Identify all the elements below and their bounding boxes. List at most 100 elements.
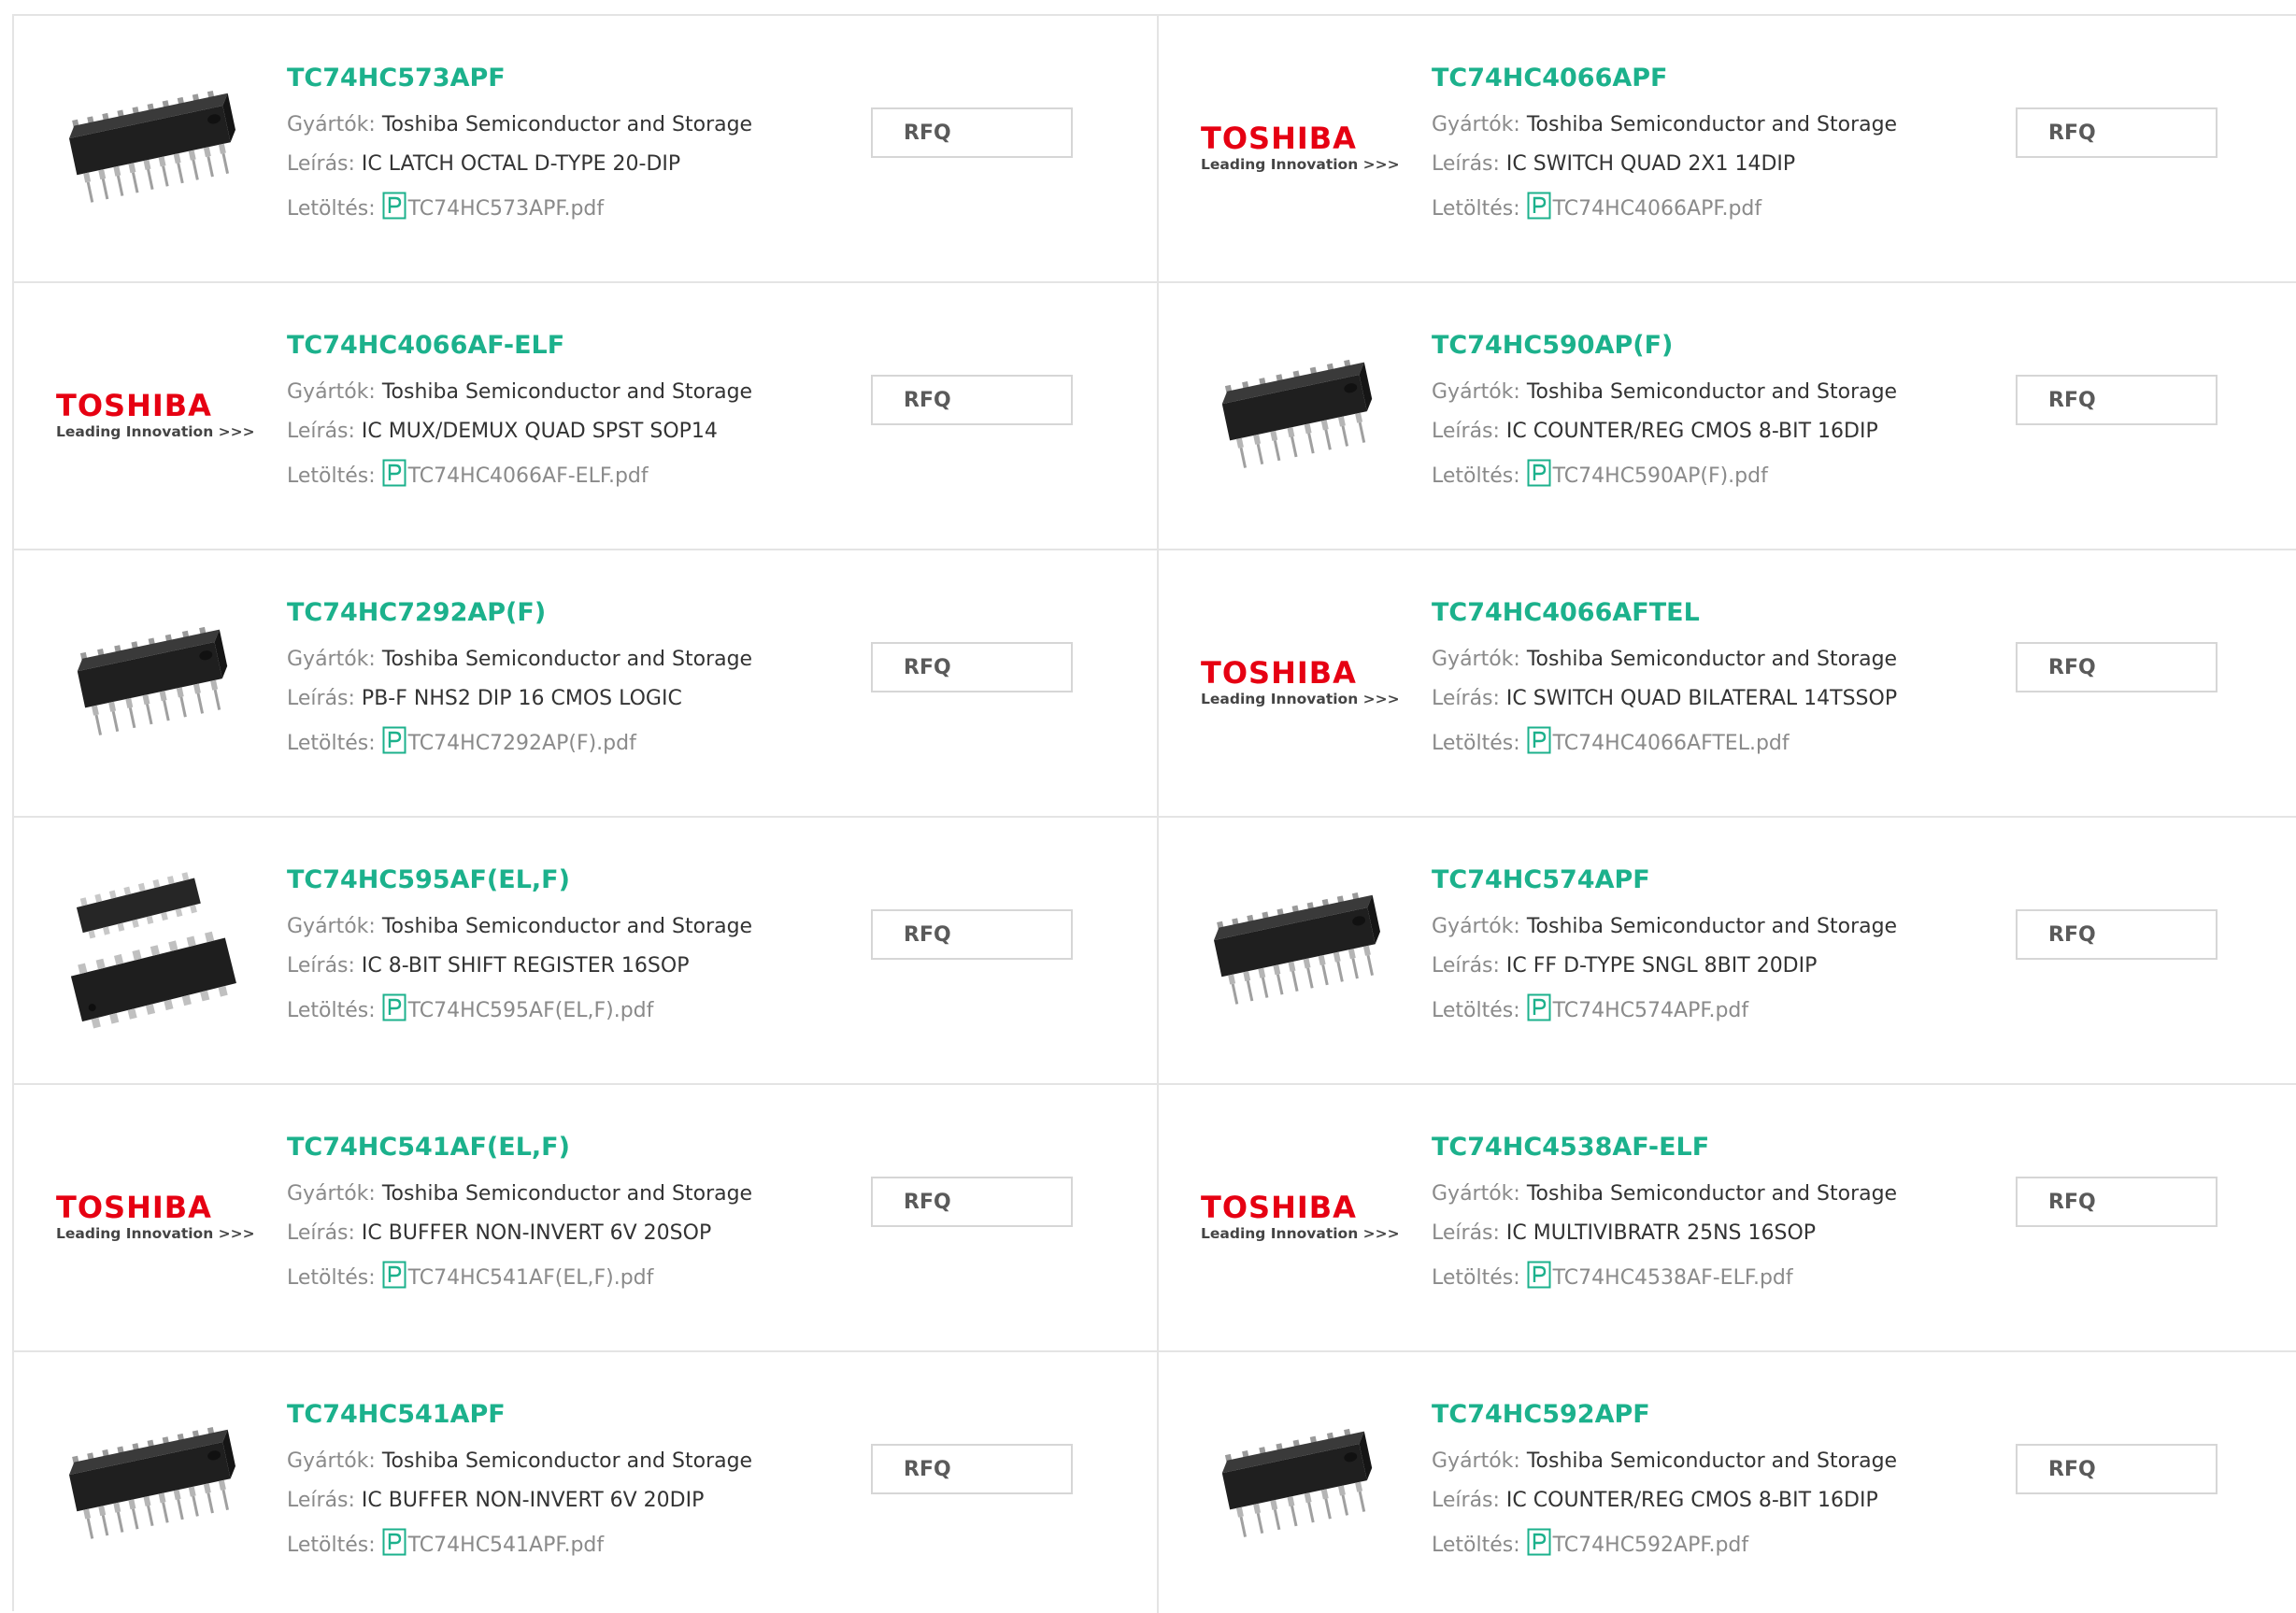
datasheet-link[interactable]: TC74HC541APF.pdf bbox=[408, 1534, 605, 1557]
product-image[interactable]: TOSHIBA Leading Innovation >>> bbox=[56, 1123, 255, 1310]
product-image[interactable] bbox=[58, 589, 245, 776]
description-row: Leírás: IC COUNTER/REG CMOS 8-BIT 16DIP bbox=[1432, 1489, 1955, 1513]
rfq-button[interactable]: RFQ bbox=[2016, 1444, 2218, 1494]
manufacturer-value: Toshiba Semiconductor and Storage bbox=[381, 1182, 753, 1206]
pdf-icon bbox=[1527, 192, 1551, 226]
part-number-link[interactable]: TC74HC573APF bbox=[287, 64, 810, 93]
product-info: TC74HC4066AFTEL Gyártók: Toshiba Semicon… bbox=[1432, 599, 1955, 761]
rfq-button[interactable]: RFQ bbox=[2016, 107, 2218, 158]
datasheet-link[interactable]: TC74HC592APF.pdf bbox=[1553, 1534, 1749, 1557]
part-number-link[interactable]: TC74HC4066AFTEL bbox=[1432, 599, 1955, 627]
product-image[interactable]: TOSHIBA Leading Innovation >>> bbox=[1201, 589, 1400, 776]
datasheet-link[interactable]: TC74HC4538AF-ELF.pdf bbox=[1553, 1266, 1793, 1290]
product-card: TC74HC595AF(EL,F) Gyártók: Toshiba Semic… bbox=[14, 818, 1159, 1085]
manufacturer-row: Gyártók: Toshiba Semiconductor and Stora… bbox=[287, 648, 810, 672]
datasheet-link[interactable]: TC74HC573APF.pdf bbox=[408, 197, 605, 221]
datasheet-link[interactable]: TC74HC4066AF-ELF.pdf bbox=[408, 464, 649, 488]
datasheet-link[interactable]: TC74HC590AP(F).pdf bbox=[1553, 464, 1768, 488]
datasheet-link[interactable]: TC74HC595AF(EL,F).pdf bbox=[408, 999, 654, 1022]
description-label: Leírás: bbox=[287, 687, 355, 710]
rfq-button[interactable]: RFQ bbox=[2016, 375, 2218, 425]
part-number-link[interactable]: TC74HC7292AP(F) bbox=[287, 599, 810, 627]
rfq-button[interactable]: RFQ bbox=[871, 375, 1073, 425]
dip16-chip-icon bbox=[1221, 1428, 1373, 1537]
rfq-button[interactable]: RFQ bbox=[871, 642, 1073, 692]
product-card: TOSHIBA Leading Innovation >>> TC74HC4066… bbox=[1159, 16, 2296, 283]
product-image[interactable]: TOSHIBA Leading Innovation >>> bbox=[1201, 1123, 1400, 1310]
part-number-link[interactable]: TC74HC590AP(F) bbox=[1432, 332, 1955, 360]
description-row: Leírás: IC BUFFER NON-INVERT 6V 20SOP bbox=[287, 1221, 810, 1246]
product-card: TOSHIBA Leading Innovation >>> TC74HC4066… bbox=[14, 283, 1159, 550]
product-image[interactable] bbox=[1203, 1391, 1390, 1577]
manufacturer-row: Gyártók: Toshiba Semiconductor and Stora… bbox=[287, 1449, 810, 1474]
download-row: Letöltés: TC74HC7292AP(F).pdf bbox=[287, 726, 810, 761]
product-card: TC74HC590AP(F) Gyártók: Toshiba Semicond… bbox=[1159, 283, 2296, 550]
part-number-link[interactable]: TC74HC541APF bbox=[287, 1401, 810, 1429]
product-image[interactable]: TOSHIBA Leading Innovation >>> bbox=[1201, 54, 1400, 241]
manufacturer-value: Toshiba Semiconductor and Storage bbox=[1526, 648, 1898, 671]
dip16-chip-icon bbox=[1221, 359, 1373, 468]
datasheet-link[interactable]: TC74HC4066AFTEL.pdf bbox=[1553, 732, 1790, 755]
product-card: TOSHIBA Leading Innovation >>> TC74HC4066… bbox=[1159, 550, 2296, 818]
manufacturer-label: Gyártók: bbox=[1432, 648, 1520, 671]
description-row: Leírás: IC MULTIVIBRATR 25NS 16SOP bbox=[1432, 1221, 1955, 1246]
description-label: Leírás: bbox=[1432, 152, 1500, 176]
product-card: TC74HC574APF Gyártók: Toshiba Semiconduc… bbox=[1159, 818, 2296, 1085]
product-image[interactable] bbox=[58, 54, 245, 241]
product-info: TC74HC4066AF-ELF Gyártók: Toshiba Semico… bbox=[287, 332, 810, 493]
download-label: Letöltés: bbox=[287, 1534, 376, 1557]
description-value: IC COUNTER/REG CMOS 8-BIT 16DIP bbox=[1505, 1489, 1878, 1512]
download-label: Letöltés: bbox=[1432, 197, 1520, 221]
product-image[interactable] bbox=[1203, 321, 1390, 508]
product-info: TC74HC573APF Gyártók: Toshiba Semiconduc… bbox=[287, 64, 810, 226]
rfq-button[interactable]: RFQ bbox=[2016, 909, 2218, 960]
part-number-link[interactable]: TC74HC4066APF bbox=[1432, 64, 1955, 93]
toshiba-logo: TOSHIBA Leading Innovation >>> bbox=[1201, 121, 1400, 174]
description-row: Leírás: PB-F NHS2 DIP 16 CMOS LOGIC bbox=[287, 687, 810, 711]
toshiba-logo: TOSHIBA Leading Innovation >>> bbox=[56, 1191, 255, 1243]
part-number-link[interactable]: TC74HC592APF bbox=[1432, 1401, 1955, 1429]
description-label: Leírás: bbox=[287, 1221, 355, 1245]
rfq-button[interactable]: RFQ bbox=[871, 1177, 1073, 1227]
description-row: Leírás: IC LATCH OCTAL D-TYPE 20-DIP bbox=[287, 152, 810, 177]
rfq-button[interactable]: RFQ bbox=[871, 1444, 1073, 1494]
download-row: Letöltés: TC74HC4538AF-ELF.pdf bbox=[1432, 1261, 1955, 1295]
manufacturer-row: Gyártók: Toshiba Semiconductor and Stora… bbox=[1432, 1182, 1955, 1206]
datasheet-link[interactable]: TC74HC574APF.pdf bbox=[1553, 999, 1749, 1022]
download-row: Letöltés: TC74HC595AF(EL,F).pdf bbox=[287, 993, 810, 1028]
part-number-link[interactable]: TC74HC595AF(EL,F) bbox=[287, 866, 810, 894]
rfq-button[interactable]: RFQ bbox=[2016, 642, 2218, 692]
description-value: IC BUFFER NON-INVERT 6V 20DIP bbox=[361, 1489, 705, 1512]
part-number-link[interactable]: TC74HC574APF bbox=[1432, 866, 1955, 894]
rfq-button[interactable]: RFQ bbox=[2016, 1177, 2218, 1227]
pdf-icon bbox=[382, 1528, 406, 1563]
description-row: Leírás: IC SWITCH QUAD 2X1 14DIP bbox=[1432, 152, 1955, 177]
part-number-link[interactable]: TC74HC541AF(EL,F) bbox=[287, 1134, 810, 1162]
description-value: IC BUFFER NON-INVERT 6V 20SOP bbox=[361, 1221, 712, 1245]
manufacturer-row: Gyártók: Toshiba Semiconductor and Stora… bbox=[287, 1182, 810, 1206]
manufacturer-value: Toshiba Semiconductor and Storage bbox=[381, 1449, 753, 1473]
product-image[interactable] bbox=[58, 1391, 245, 1577]
product-image[interactable] bbox=[58, 856, 245, 1043]
description-label: Leírás: bbox=[1432, 420, 1500, 443]
dip20-chip-icon bbox=[1214, 892, 1380, 1005]
download-row: Letöltés: TC74HC574APF.pdf bbox=[1432, 993, 1955, 1028]
rfq-button[interactable]: RFQ bbox=[871, 909, 1073, 960]
datasheet-link[interactable]: TC74HC4066APF.pdf bbox=[1553, 197, 1762, 221]
description-label: Leírás: bbox=[287, 152, 355, 176]
manufacturer-row: Gyártók: Toshiba Semiconductor and Stora… bbox=[1432, 113, 1955, 137]
description-row: Leírás: IC COUNTER/REG CMOS 8-BIT 16DIP bbox=[1432, 420, 1955, 444]
part-number-link[interactable]: TC74HC4066AF-ELF bbox=[287, 332, 810, 360]
datasheet-link[interactable]: TC74HC7292AP(F).pdf bbox=[408, 732, 636, 755]
rfq-button[interactable]: RFQ bbox=[871, 107, 1073, 158]
product-info: TC74HC4538AF-ELF Gyártók: Toshiba Semico… bbox=[1432, 1134, 1955, 1295]
description-value: IC SWITCH QUAD 2X1 14DIP bbox=[1505, 152, 1796, 176]
logo-tagline: Leading Innovation >>> bbox=[56, 1225, 255, 1242]
pdf-icon bbox=[1527, 993, 1551, 1028]
datasheet-link[interactable]: TC74HC541AF(EL,F).pdf bbox=[408, 1266, 654, 1290]
part-number-link[interactable]: TC74HC4538AF-ELF bbox=[1432, 1134, 1955, 1162]
description-label: Leírás: bbox=[287, 420, 355, 443]
logo-wordmark: TOSHIBA bbox=[56, 388, 212, 423]
product-image[interactable] bbox=[1203, 856, 1390, 1043]
product-image[interactable]: TOSHIBA Leading Innovation >>> bbox=[56, 321, 255, 508]
